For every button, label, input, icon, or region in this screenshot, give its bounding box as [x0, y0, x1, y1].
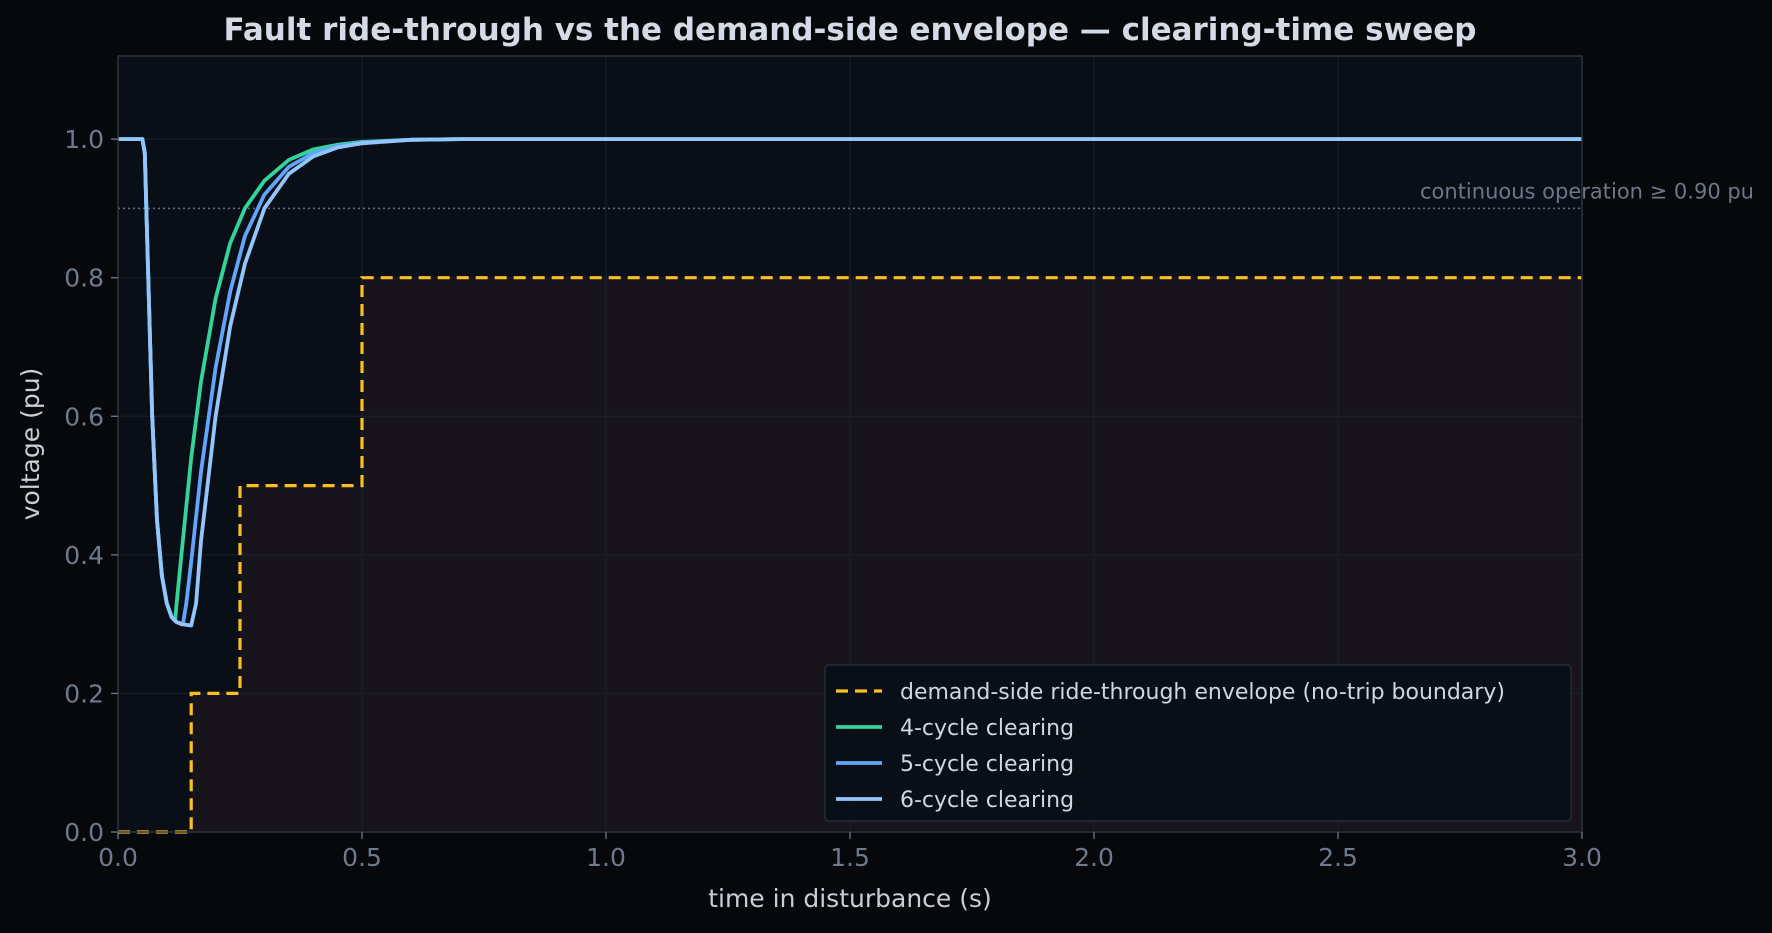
x-tick-label: 1.5: [830, 843, 870, 872]
legend-label: 5-cycle clearing: [900, 752, 1074, 777]
legend-label: demand-side ride-through envelope (no-tr…: [900, 680, 1505, 705]
y-tick-label: 0.0: [64, 818, 104, 847]
x-tick-label: 3.0: [1562, 843, 1602, 872]
x-tick-label: 0.0: [98, 843, 138, 872]
y-tick-label: 0.2: [64, 679, 104, 708]
x-tick-label: 1.0: [586, 843, 626, 872]
chart: Fault ride-through vs the demand-side en…: [0, 0, 1772, 933]
y-tick-label: 0.4: [64, 541, 104, 570]
chart-title: Fault ride-through vs the demand-side en…: [224, 12, 1477, 48]
legend-label: 4-cycle clearing: [900, 716, 1074, 741]
y-tick-label: 1.0: [64, 125, 104, 154]
x-tick-label: 2.5: [1318, 843, 1358, 872]
x-tick-label: 0.5: [342, 843, 382, 872]
y-tick-label: 0.6: [64, 402, 104, 431]
x-axis-label: time in disturbance (s): [708, 884, 992, 913]
x-tick-label: 2.0: [1074, 843, 1114, 872]
continuous-operation-label: continuous operation ≥ 0.90 pu: [1420, 179, 1754, 203]
y-axis-label: voltage (pu): [16, 368, 45, 521]
legend: demand-side ride-through envelope (no-tr…: [824, 664, 1572, 822]
legend-label: 6-cycle clearing: [900, 788, 1074, 813]
y-tick-label: 0.8: [64, 264, 104, 293]
